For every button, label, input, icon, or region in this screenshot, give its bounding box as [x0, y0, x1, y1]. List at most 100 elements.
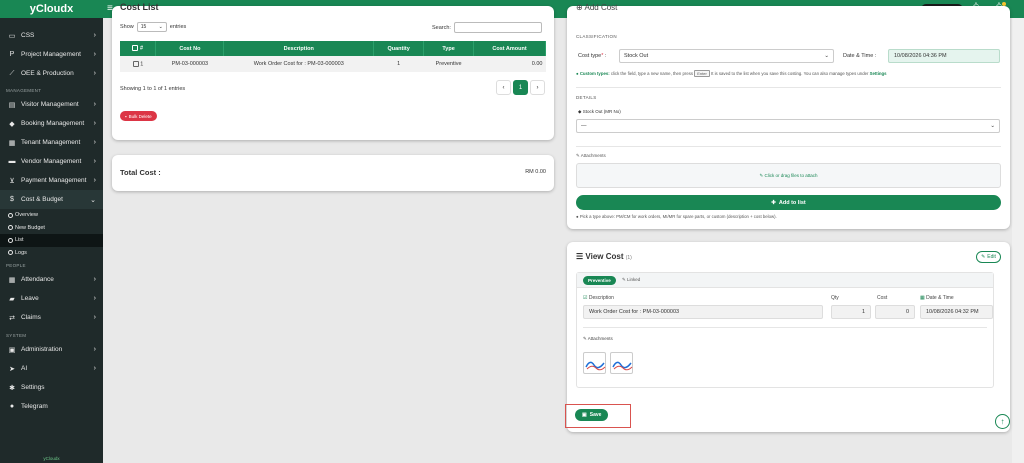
- date-time-input[interactable]: 10/08/2026 04:36 PM: [888, 49, 1000, 63]
- next-page-button[interactable]: ›: [530, 80, 545, 95]
- datetime-field: 10/08/2026 04:32 PM: [920, 305, 993, 319]
- sidebar-item-administration[interactable]: ▣Administration›: [0, 340, 103, 359]
- stock-out-select[interactable]: —⌄: [576, 119, 1000, 133]
- chevron-right-icon: ›: [94, 139, 96, 146]
- plus-circle-icon: ⊕: [576, 3, 583, 12]
- link-icon: ✎: [622, 277, 626, 282]
- dollar-icon: $: [7, 196, 17, 203]
- section-label-people: PEOPLE: [0, 261, 103, 270]
- attachment-dropzone[interactable]: ✎ Click or drag files to attach: [576, 163, 1001, 188]
- edit-button[interactable]: ✎Edit: [976, 251, 1001, 263]
- prev-page-button[interactable]: ‹: [496, 80, 511, 95]
- add-to-list-button[interactable]: ✚Add to list: [576, 195, 1001, 210]
- calendar-icon: ▦: [920, 295, 925, 301]
- attachment-thumbnail[interactable]: [583, 352, 606, 374]
- sidebar-item-visitor-management[interactable]: ▤Visitor Management›: [0, 95, 103, 114]
- divider: [576, 87, 1001, 88]
- description-field: Work Order Cost for : PM-03-000003: [583, 305, 823, 319]
- page-scrollbar[interactable]: [1012, 18, 1024, 463]
- save-icon: ▣: [582, 412, 587, 418]
- sidebar-item-payment-management[interactable]: ⊻Payment Management›: [0, 171, 103, 190]
- select-all-checkbox[interactable]: [132, 45, 138, 51]
- save-button[interactable]: ▣Save: [575, 409, 608, 421]
- info-icon: ●: [576, 214, 579, 219]
- sidebar-item-cost-budget[interactable]: $Cost & Budget⌄: [0, 190, 103, 209]
- sidebar-subitem-logs[interactable]: Logs: [0, 247, 103, 260]
- info-icon: ●: [576, 71, 579, 76]
- sidebar-item-project-management[interactable]: PProject Management›: [0, 45, 103, 64]
- tag-icon: ◆: [7, 120, 17, 128]
- attachments-label: ✎ Attachments: [576, 153, 606, 159]
- row-checkbox[interactable]: [133, 61, 139, 67]
- page-button-1[interactable]: 1: [513, 80, 528, 95]
- chart-icon: ⟋: [7, 70, 17, 78]
- add-cost-title: ⊕ Add Cost: [576, 3, 617, 12]
- plus-icon: ✚: [771, 200, 776, 206]
- cost-type-select[interactable]: Stock Out⌄: [619, 49, 834, 63]
- sidebar-item-css[interactable]: ▭CSS›: [0, 26, 103, 45]
- sidebar-item-attendance[interactable]: ▦Attendance›: [0, 270, 103, 289]
- brand-logo[interactable]: yCloudx: [0, 0, 103, 18]
- chevron-right-icon: ›: [94, 295, 96, 302]
- settings-link[interactable]: Settings: [870, 71, 887, 76]
- column-header-cost-amount[interactable]: Cost Amount: [474, 41, 546, 56]
- column-header-cost-no[interactable]: Cost No: [156, 41, 224, 56]
- column-header-select[interactable]: #: [120, 41, 156, 56]
- chevron-right-icon: ›: [94, 101, 96, 108]
- bulk-delete-button[interactable]: ▪Bulk Delete: [120, 111, 157, 121]
- cell-type: Preventive: [424, 56, 474, 72]
- briefcase-icon: ▰: [7, 295, 17, 303]
- view-cost-card: ☰ View Cost (1) ✎Edit Preventive ✎ Linke…: [567, 242, 1010, 432]
- column-header-quantity[interactable]: Quantity: [374, 41, 424, 56]
- chevron-right-icon: ›: [94, 276, 96, 283]
- sidebar-item-leave[interactable]: ▰Leave›: [0, 289, 103, 308]
- search-input[interactable]: [454, 22, 542, 33]
- chevron-right-icon: ›: [94, 314, 96, 321]
- cart-icon: ⊻: [7, 177, 17, 185]
- sidebar-item-ai[interactable]: ➤AI›: [0, 359, 103, 378]
- datetime-label: ▦ Date & Time: [920, 295, 954, 301]
- sidebar-subitem-new-budget[interactable]: New Budget: [0, 222, 103, 235]
- sidebar-item-tenant-management[interactable]: ▦Tenant Management›: [0, 133, 103, 152]
- attachment-thumbnail[interactable]: [610, 352, 633, 374]
- divider: [583, 327, 987, 328]
- type-hint: ● Pick a type above: PM/CM for work orde…: [576, 214, 777, 219]
- tab-linked[interactable]: ✎ Linked: [622, 277, 640, 283]
- entries-select[interactable]: 15⌄: [137, 22, 167, 32]
- cost-list-title: Cost List: [120, 2, 159, 12]
- cost-field: 0: [875, 305, 915, 319]
- total-cost-card: Total Cost : RM 0.00: [112, 155, 554, 191]
- image-icon: [611, 353, 634, 375]
- custom-types-hint: ● Custom types: click the field, type a …: [576, 70, 887, 77]
- circle-icon: [8, 213, 13, 218]
- tab-preventive[interactable]: Preventive: [583, 276, 616, 285]
- sidebar-item-oee-production[interactable]: ⟋OEE & Production›: [0, 64, 103, 83]
- column-header-type[interactable]: Type: [424, 41, 474, 56]
- qty-label: Qty: [831, 295, 839, 301]
- scroll-to-top-button[interactable]: ↑: [995, 414, 1010, 429]
- enter-key: Enter: [694, 70, 710, 77]
- chevron-down-icon: ⌄: [990, 123, 995, 129]
- sidebar-item-vendor-management[interactable]: ▬Vendor Management›: [0, 152, 103, 171]
- sidebar-item-claims[interactable]: ⇄Claims›: [0, 308, 103, 327]
- sidebar-subitem-overview[interactable]: Overview: [0, 209, 103, 222]
- column-header-description[interactable]: Description: [224, 41, 374, 56]
- chevron-right-icon: ›: [94, 177, 96, 184]
- sidebar-item-telegram[interactable]: ●Telegram: [0, 397, 103, 416]
- total-cost-label: Total Cost :: [120, 168, 161, 177]
- sidebar-item-booking-management[interactable]: ◆Booking Management›: [0, 114, 103, 133]
- chevron-down-icon: ⌄: [159, 24, 163, 30]
- section-label-management: MANAGEMENT: [0, 86, 103, 95]
- cell-cost-no: PM-03-000003: [156, 56, 224, 72]
- admin-icon: ▣: [7, 346, 17, 354]
- circle-icon: [8, 225, 13, 230]
- calendar-icon: ▦: [7, 276, 17, 284]
- table-info: Showing 1 to 1 of 1 entries: [120, 86, 185, 92]
- table-row[interactable]: 1 PM-03-000003 Work Order Cost for : PM-…: [120, 56, 546, 72]
- image-icon: [584, 353, 607, 375]
- telegram-icon: ●: [7, 403, 17, 410]
- view-attachments-label: ✎ Attachments: [583, 336, 613, 342]
- classification-label: CLASSIFICATION: [576, 34, 617, 39]
- sidebar-subitem-list[interactable]: List: [0, 234, 103, 247]
- sidebar-item-settings[interactable]: ✱Settings: [0, 378, 103, 397]
